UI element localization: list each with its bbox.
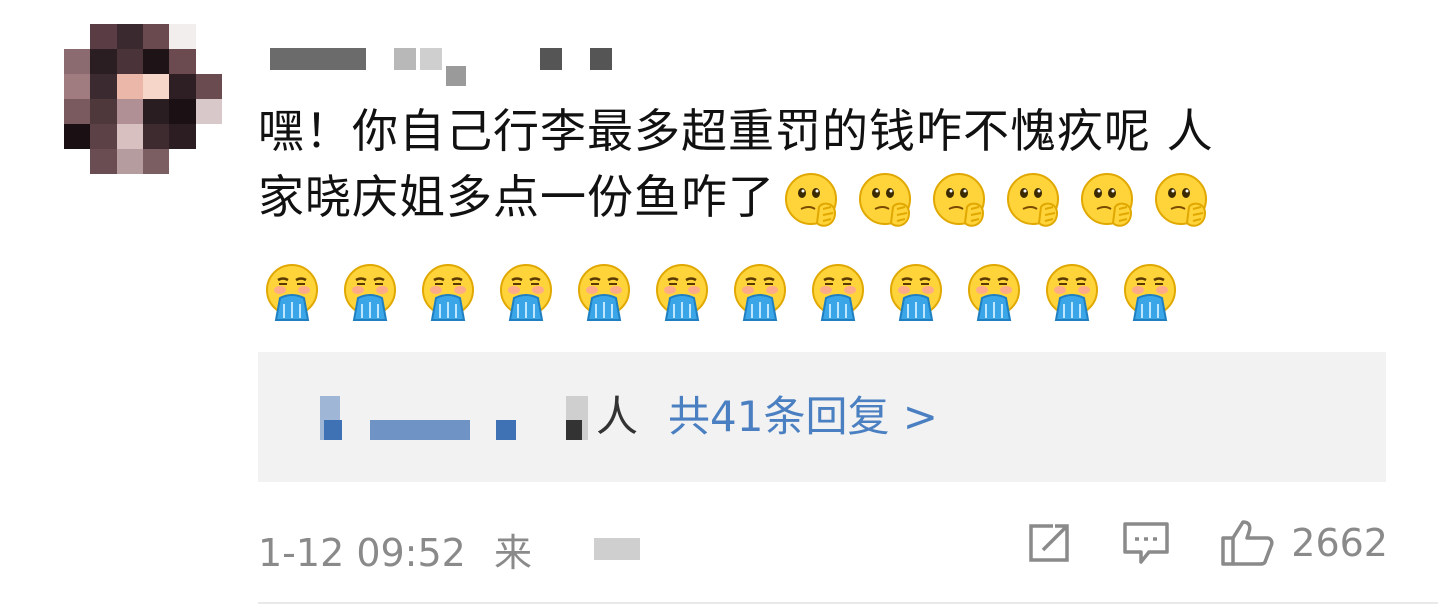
avatar-pixel (143, 124, 170, 149)
avatar-pixel (64, 49, 91, 74)
share-icon (1029, 520, 1074, 562)
avatar-pixel (90, 24, 117, 49)
comment-line-1: 嘿！你自己行李最多超重罚的钱咋不愧疚呢 人 (258, 104, 1214, 158)
avatar-pixel (169, 49, 196, 74)
avatar-pixel (169, 149, 196, 174)
redaction-block (270, 48, 366, 70)
avatar-pixel (143, 74, 170, 99)
vomiting-face-emoji-icon (808, 262, 868, 322)
avatar-pixel (90, 149, 117, 174)
avatar[interactable] (64, 24, 222, 174)
vomiting-face-emoji-icon (1120, 262, 1180, 322)
like-button[interactable]: 2662 (1219, 518, 1388, 568)
comment-line-2: 家晓庆姐多点一份鱼咋了 (258, 164, 1388, 231)
action-bar: 2662 (979, 518, 1388, 568)
avatar-pixel (169, 99, 196, 124)
avatar-pixel (116, 74, 143, 99)
view-replies-link[interactable]: 共41条回复 > (668, 390, 938, 444)
avatar-pixel (195, 49, 222, 74)
thinking-face-emoji-icon (1005, 171, 1065, 231)
comment-bubble-icon (1123, 522, 1170, 564)
comment-button[interactable] (1121, 520, 1171, 566)
avatar-pixel (116, 124, 143, 149)
reply-summary: 人 共41条回复 > (320, 390, 938, 444)
avatar-pixel (169, 124, 196, 149)
avatar-pixel (195, 124, 222, 149)
thinking-face-emoji-icon (857, 171, 917, 231)
vomiting-face-emoji-icon (574, 262, 634, 322)
vomiting-face-emoji-icon (652, 262, 712, 322)
redaction-block (590, 48, 612, 70)
redaction-block (394, 48, 416, 70)
thumbs-up-icon (1221, 520, 1274, 566)
timestamp: 1-12 09:52 来 (258, 522, 532, 577)
avatar-pixel (116, 99, 143, 124)
vomiting-face-emoji-icon (964, 262, 1024, 322)
divider (258, 602, 1438, 604)
avatar-pixel (195, 24, 222, 49)
vomiting-face-emoji-icon (730, 262, 790, 322)
avatar-pixel (143, 24, 170, 49)
like-count: 2662 (1291, 521, 1388, 565)
vomiting-emoji-group (262, 262, 1180, 322)
comment-footer: 1-12 09:52 来 2662 (258, 518, 1388, 575)
thinking-face-emoji-icon (783, 171, 843, 231)
vomiting-face-emoji-icon (262, 262, 322, 322)
thinking-face-emoji-icon (931, 171, 991, 231)
avatar-pixel (64, 149, 91, 174)
vomiting-face-emoji-icon (418, 262, 478, 322)
share-button[interactable] (1027, 520, 1074, 566)
avatar-pixel (169, 24, 196, 49)
redaction-block (540, 48, 562, 70)
avatar-pixel (195, 149, 222, 174)
redaction-block (446, 66, 466, 86)
thinking-face-emoji-icon (1079, 171, 1139, 231)
thinking-face-emoji-icon (1153, 171, 1213, 231)
avatar-pixel (116, 49, 143, 74)
avatar-pixel (169, 74, 196, 99)
avatar-pixel (116, 24, 143, 49)
avatar-pixel (90, 99, 117, 124)
avatar-pixel (90, 124, 117, 149)
avatar-pixel (143, 149, 170, 174)
comment-body: 嘿！你自己行李最多超重罚的钱咋不愧疚呢 人 家晓庆姐多点一份鱼咋了 (258, 98, 1388, 231)
vomiting-face-emoji-icon (496, 262, 556, 322)
redaction-block (420, 48, 442, 70)
comment-line-2-text: 家晓庆姐多点一份鱼咋了 (258, 170, 775, 224)
avatar-pixel (64, 74, 91, 99)
vomiting-face-emoji-icon (1042, 262, 1102, 322)
vomiting-face-emoji-icon (886, 262, 946, 322)
reply-suffix: 人 (596, 392, 639, 441)
avatar-pixel (195, 74, 222, 99)
timestamp-text: 1-12 09:52 (258, 531, 466, 575)
avatar-pixel (195, 99, 222, 124)
avatar-pixel (64, 99, 91, 124)
avatar-pixel (64, 24, 91, 49)
thinking-emoji-group (783, 170, 1227, 227)
avatar-pixel (90, 74, 117, 99)
vomiting-face-emoji-icon (340, 262, 400, 322)
avatar-pixel (64, 124, 91, 149)
location-partial: 来 (493, 531, 532, 575)
avatar-pixel (143, 49, 170, 74)
avatar-pixel (116, 149, 143, 174)
avatar-pixel (90, 49, 117, 74)
avatar-pixel (143, 99, 170, 124)
redaction-block (594, 538, 640, 560)
